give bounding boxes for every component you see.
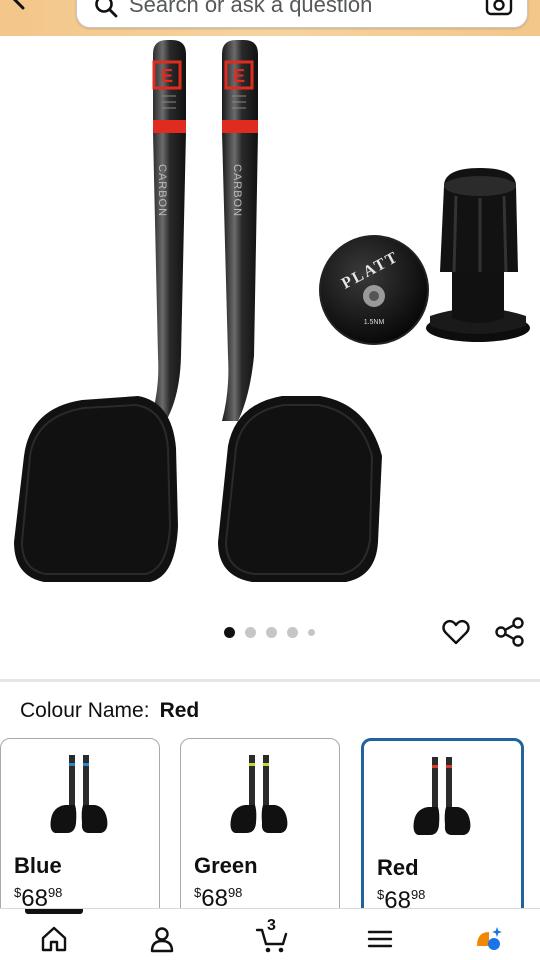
bar-end-plug: PLATT 1.5NM — [319, 235, 429, 345]
colour-label: Colour Name: — [20, 699, 150, 722]
svg-text:E: E — [161, 66, 173, 86]
colour-option-red[interactable]: Red $6898 — [361, 738, 524, 928]
carousel-dot[interactable] — [245, 626, 256, 638]
colour-name-row: Colour Name: Red — [20, 699, 199, 723]
plug-torque-label: 1.5NM — [364, 319, 385, 326]
active-tab-indicator — [25, 909, 83, 914]
camera-icon[interactable] — [485, 0, 513, 17]
nav-rufus[interactable] — [470, 921, 506, 957]
colour-option-name: Green — [194, 853, 258, 878]
nav-home[interactable] — [36, 921, 72, 957]
back-arrow-icon[interactable] — [6, 0, 32, 12]
shaft-label-right: CARBON — [231, 164, 243, 217]
search-icon — [95, 0, 118, 18]
colour-option-blue[interactable]: Blue $6898 — [0, 738, 160, 928]
rufus-icon — [477, 927, 502, 950]
carousel-dot-active[interactable] — [224, 626, 235, 638]
account-icon — [150, 927, 174, 953]
blue-variant-thumbnail — [50, 755, 108, 833]
share-icon[interactable] — [494, 616, 526, 648]
nav-account[interactable] — [144, 921, 180, 957]
wishlist-heart-icon[interactable] — [441, 617, 471, 647]
product-page: E CARBON E CARBON — [0, 0, 540, 960]
section-divider — [0, 679, 540, 682]
carousel-dot[interactable] — [308, 628, 315, 636]
cart-count-badge: 3 — [267, 917, 276, 934]
bottom-navigation: 3 — [0, 908, 540, 960]
svg-text:E: E — [233, 66, 245, 86]
home-icon — [41, 926, 67, 952]
colour-option-name: Blue — [14, 853, 62, 878]
colour-option-name: Red — [377, 855, 419, 880]
image-carousel-dots[interactable] — [224, 626, 315, 638]
bar-end-plug-side — [426, 168, 530, 342]
red-variant-thumbnail — [413, 757, 471, 835]
carousel-dot[interactable] — [266, 626, 277, 638]
colour-option-green[interactable]: Green $6898 — [180, 738, 340, 928]
colour-selected-value: Red — [159, 699, 200, 722]
search-bar[interactable] — [76, 0, 528, 28]
top-search-header — [0, 0, 540, 36]
shaft-label-left: CARBON — [156, 164, 168, 217]
search-input[interactable] — [129, 0, 469, 20]
left-extension-bar: E CARBON — [14, 40, 186, 582]
nav-cart[interactable]: 3 — [254, 917, 290, 957]
menu-icon — [367, 930, 393, 948]
green-variant-thumbnail — [230, 755, 288, 833]
product-image[interactable]: E CARBON E CARBON PLATT 1.5NM — [0, 36, 540, 606]
carousel-dot[interactable] — [287, 626, 298, 638]
nav-menu[interactable] — [362, 921, 398, 957]
